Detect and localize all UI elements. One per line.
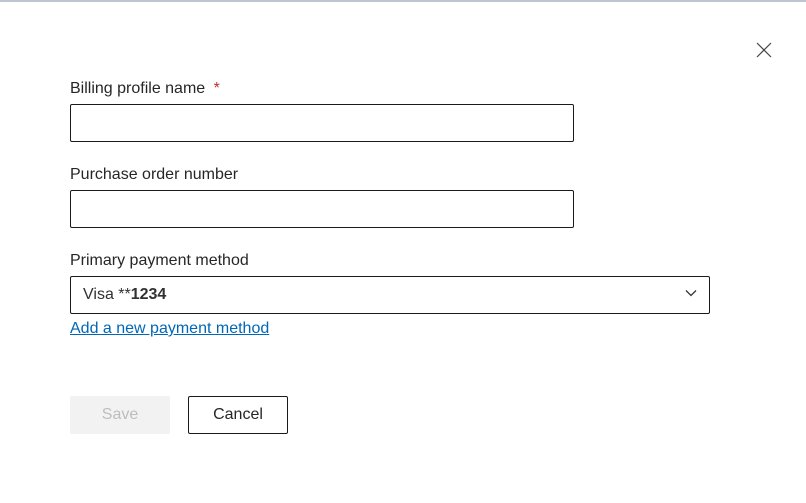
label-text: Billing profile name [70,80,205,97]
billing-form: Billing profile name * Purchase order nu… [0,2,806,434]
close-button[interactable] [752,40,776,64]
payment-method-field: Primary payment method Visa **1234 Add a… [70,252,736,338]
purchase-order-label: Purchase order number [70,166,736,184]
payment-method-select[interactable]: Visa **1234 [70,276,710,314]
payment-method-label: Primary payment method [70,252,736,270]
purchase-order-field: Purchase order number [70,166,736,228]
cancel-button[interactable]: Cancel [188,396,288,434]
billing-profile-input[interactable] [70,104,574,142]
add-payment-method-link[interactable]: Add a new payment method [70,320,269,338]
billing-profile-label: Billing profile name * [70,80,736,98]
payment-card-prefix: Visa ** [83,286,131,303]
purchase-order-input[interactable] [70,190,574,228]
billing-profile-field: Billing profile name * [70,80,736,142]
save-button[interactable]: Save [70,396,170,434]
button-row: Save Cancel [70,396,736,434]
payment-method-selected: Visa **1234 [83,286,166,304]
payment-card-last4: 1234 [131,286,167,303]
required-mark: * [214,80,220,97]
close-icon [755,41,773,64]
